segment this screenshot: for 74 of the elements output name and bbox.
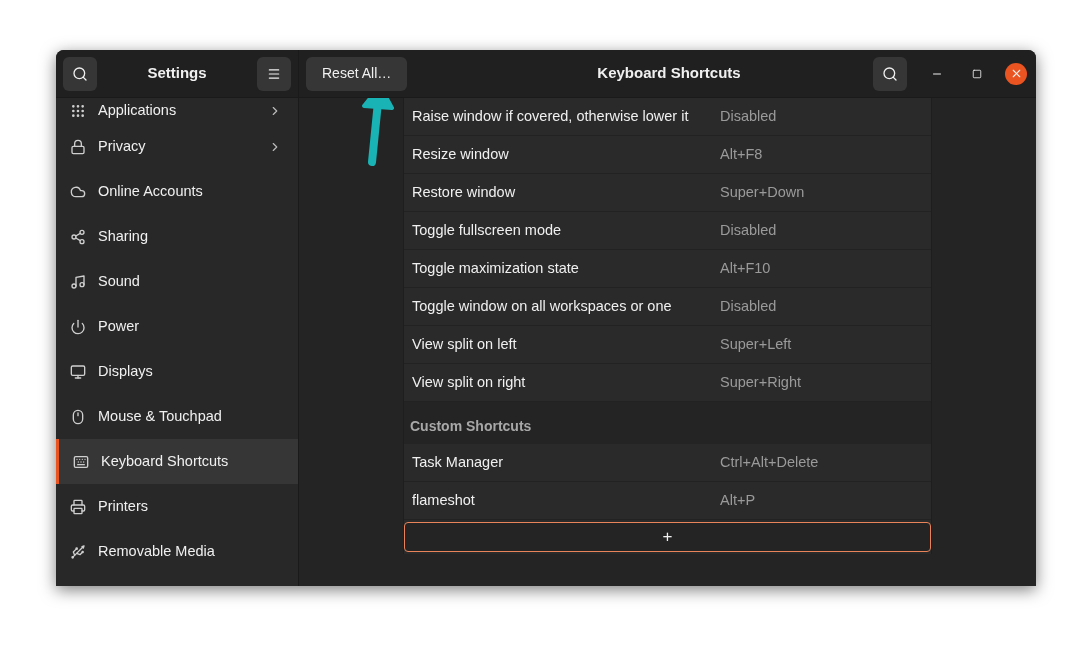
shortcut-keys: Alt+P xyxy=(720,489,756,512)
shortcut-name: View split on left xyxy=(412,334,518,354)
sidebar-label: Power xyxy=(98,316,141,336)
search-button[interactable] xyxy=(873,56,907,91)
shortcut-row[interactable]: Resize window Alt+F8 xyxy=(404,136,931,174)
sidebar-item[interactable]: Privacy xyxy=(56,124,298,169)
shortcut-row[interactable]: Toggle fullscreen mode Disabled xyxy=(404,212,931,250)
sidebar-label: Keyboard Shortcuts xyxy=(101,451,230,471)
lock-icon xyxy=(70,138,86,155)
shortcut-name: View split on right xyxy=(412,372,527,392)
sidebar-label: Applications xyxy=(98,101,178,121)
sidebar-item[interactable]: Mouse & Touchpad xyxy=(56,394,298,439)
shortcut-row[interactable]: Task Manager Ctrl+Alt+Delete xyxy=(404,444,931,482)
shortcut-row[interactable]: View split on left Super+Left xyxy=(404,326,931,364)
power-icon xyxy=(70,318,86,335)
shortcut-keys: Super+Down xyxy=(720,181,805,204)
shortcut-keys: Alt+F10 xyxy=(720,257,771,280)
sidebar-item[interactable]: Power xyxy=(56,304,298,349)
shortcut-row[interactable]: Toggle window on all workspaces or one Disabled xyxy=(404,288,931,326)
sidebar-label: Printers xyxy=(98,496,149,516)
monitor-icon xyxy=(70,363,86,380)
shortcut-name: Toggle fullscreen mode xyxy=(412,220,563,240)
sidebar-label: Displays xyxy=(98,361,154,381)
shortcut-keys: Ctrl+Alt+Delete xyxy=(720,451,819,474)
window-title: Keyboard Shortcuts xyxy=(596,63,742,84)
sidebar-item[interactable]: Displays xyxy=(56,349,298,394)
shortcut-row[interactable]: flameshot Alt+P xyxy=(404,482,931,520)
sidebar-label: Privacy xyxy=(98,136,147,156)
shortcut-keys: Disabled xyxy=(720,295,777,318)
shortcut-keys: Disabled xyxy=(720,105,777,128)
shortcut-name: Resize window xyxy=(412,144,510,164)
grid-icon xyxy=(70,103,86,119)
maximize-icon xyxy=(972,68,982,79)
search-icon xyxy=(72,65,88,82)
shortcut-row[interactable]: Restore window Super+Down xyxy=(404,174,931,212)
reset-all-button[interactable]: Reset All… xyxy=(306,56,408,91)
sidebar-label: Online Accounts xyxy=(98,181,204,201)
menu-button[interactable] xyxy=(257,56,291,91)
share-icon xyxy=(70,228,86,245)
shortcut-row[interactable]: Raise window if covered, otherwise lower it Disabled xyxy=(404,98,931,136)
sidebar-label: Removable Media xyxy=(98,541,216,561)
shortcut-name: Toggle maximization state xyxy=(412,258,580,278)
sidebar-label: Sound xyxy=(98,271,141,291)
shortcut-name: Raise window if covered, otherwise lower it xyxy=(412,106,690,126)
keyboard-icon xyxy=(73,453,89,470)
usb-icon xyxy=(70,543,86,560)
shortcut-name: Restore window xyxy=(412,182,517,202)
sidebar-title: Settings xyxy=(146,63,208,84)
sidebar-label: Mouse & Touchpad xyxy=(98,406,223,426)
add-shortcut-button[interactable]: + xyxy=(404,522,931,552)
menu-icon xyxy=(267,66,281,81)
sidebar-item[interactable]: Applications xyxy=(56,98,298,124)
shortcut-keys: Super+Left xyxy=(720,333,792,356)
shortcut-row[interactable]: Toggle maximization state Alt+F10 xyxy=(404,250,931,288)
sidebar-item[interactable]: Sharing xyxy=(56,214,298,259)
section-heading: Custom Shortcuts xyxy=(410,417,532,436)
shortcut-name: Toggle window on all workspaces or one xyxy=(412,296,673,316)
shortcut-name: Task Manager xyxy=(412,452,505,472)
search-button[interactable] xyxy=(63,56,97,91)
sidebar-item[interactable]: Printers xyxy=(56,484,298,529)
close-button[interactable] xyxy=(1005,62,1027,85)
search-icon xyxy=(882,65,898,82)
sidebar-item[interactable]: Online Accounts xyxy=(56,169,298,214)
shortcut-keys: Disabled xyxy=(720,219,777,242)
mouse-icon xyxy=(70,408,86,425)
music-note-icon xyxy=(70,273,86,290)
shortcut-keys: Super+Right xyxy=(720,371,801,394)
shortcut-name: flameshot xyxy=(412,490,476,510)
shortcut-keys: Alt+F8 xyxy=(720,143,763,166)
sidebar-item[interactable]: Keyboard Shortcuts xyxy=(56,439,298,484)
sidebar-item[interactable]: Sound xyxy=(56,259,298,304)
sidebar-item[interactable]: Removable Media xyxy=(56,529,298,574)
sidebar-label: Sharing xyxy=(98,226,149,246)
printer-icon xyxy=(70,498,86,515)
